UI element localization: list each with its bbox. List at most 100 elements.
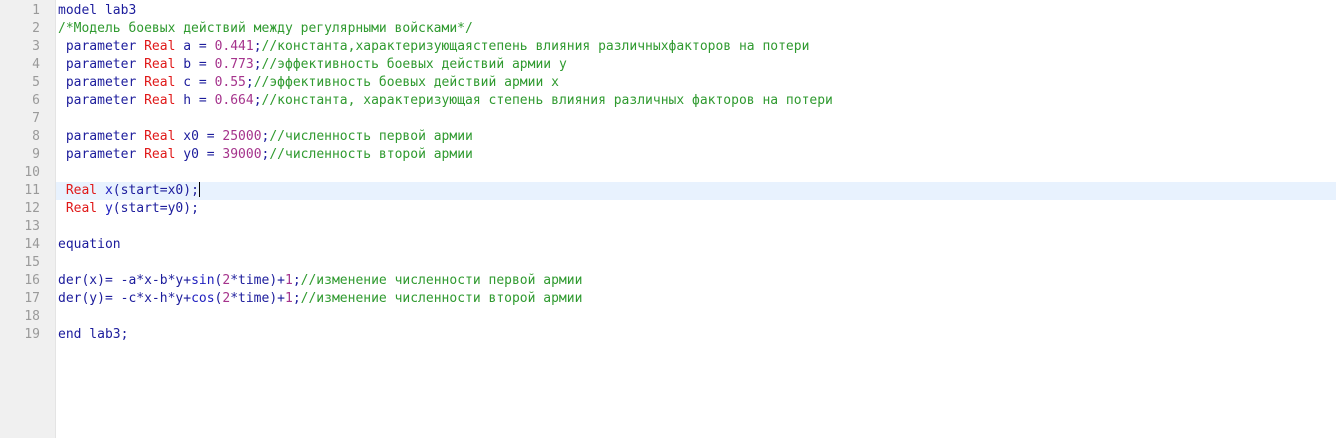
type-real: Real [136, 75, 176, 90]
line-number: 10 [24, 165, 40, 180]
assignment: x0 = [175, 129, 223, 144]
line-number: 9 [32, 147, 40, 162]
line-number: 13 [24, 219, 40, 234]
assignment: b = [175, 57, 215, 72]
number-literal: 1 [285, 291, 293, 306]
code-line-3[interactable]: parameter Real a = 0.441;//константа,хар… [56, 38, 1336, 56]
line-comment: //константа, характеризующая степень вли… [261, 93, 833, 108]
expression: *time)+ [230, 273, 285, 288]
keyword-equation: equation [58, 237, 121, 252]
semicolon: ; [245, 75, 254, 90]
function-sin: sin [191, 273, 215, 288]
line-number: 8 [32, 129, 40, 144]
type-real: Real [136, 39, 176, 54]
assignment: c = [175, 75, 215, 90]
expression: *time)+ [230, 291, 285, 306]
line-number: 6 [32, 93, 40, 108]
code-line-2[interactable]: /*Модель боевых действий между регулярны… [56, 20, 1336, 38]
number-literal: 0.773 [214, 57, 254, 72]
line-number: 5 [32, 75, 40, 90]
line-number: 1 [32, 3, 40, 18]
code-line-1[interactable]: model lab3 [56, 2, 1336, 20]
number-literal: 39000 [222, 147, 262, 162]
line-comment: //эффективность боевых действий армии y [261, 57, 567, 72]
code-line-11-current[interactable]: Real x(start=x0); [56, 182, 1336, 200]
variable-x: x [97, 183, 113, 198]
line-number: 7 [32, 111, 40, 126]
semicolon: ; [253, 39, 262, 54]
code-line-5[interactable]: parameter Real c = 0.55;//эффективность … [56, 74, 1336, 92]
code-line-10[interactable] [56, 164, 1336, 182]
line-number: 4 [32, 57, 40, 72]
line-comment: //изменение численности второй армии [300, 291, 583, 306]
line-number: 19 [24, 327, 40, 342]
code-editor[interactable]: 1 2 3 4 5 6 7 8 9 10 11 12 13 14 15 16 1… [0, 0, 1336, 438]
semicolon: ; [292, 273, 301, 288]
semicolon: ; [292, 291, 301, 306]
code-line-16[interactable]: der(x)= -a*x-b*y+sin(2*time)+1;//изменен… [56, 272, 1336, 290]
number-literal: 0.55 [214, 75, 246, 90]
keyword-parameter: parameter [58, 147, 137, 162]
keyword-end: end [58, 327, 82, 342]
type-real: Real [136, 129, 176, 144]
assignment: h = [175, 93, 215, 108]
line-number-current: 11 [24, 183, 40, 198]
type-real: Real [136, 93, 176, 108]
keyword-parameter: parameter [58, 129, 137, 144]
assignment: a = [175, 39, 215, 54]
model-name: lab3; [81, 327, 129, 342]
line-number: 3 [32, 39, 40, 54]
code-line-8[interactable]: parameter Real x0 = 25000;//численность … [56, 128, 1336, 146]
type-real: Real [58, 183, 98, 198]
keyword-model: model [58, 3, 98, 18]
line-comment: //эффективность боевых действий армии x [253, 75, 559, 90]
line-comment: //численность второй армии [269, 147, 473, 162]
code-line-17[interactable]: der(y)= -c*x-h*y+cos(2*time)+1;//изменен… [56, 290, 1336, 308]
code-line-14[interactable]: equation [56, 236, 1336, 254]
line-number: 14 [24, 237, 40, 252]
line-number: 2 [32, 21, 40, 36]
start-attribute: (start=x0); [112, 183, 199, 198]
number-literal: 25000 [222, 129, 262, 144]
model-name: lab3 [97, 3, 137, 18]
keyword-parameter: parameter [58, 57, 137, 72]
number-literal: 0.441 [214, 39, 254, 54]
line-number-gutter: 1 2 3 4 5 6 7 8 9 10 11 12 13 14 15 16 1… [0, 0, 56, 438]
keyword-parameter: parameter [58, 93, 137, 108]
line-number: 15 [24, 255, 40, 270]
type-real: Real [136, 57, 176, 72]
equation-lhs: der(x)= -a*x-b*y+ [58, 273, 192, 288]
code-line-9[interactable]: parameter Real y0 = 39000;//численность … [56, 146, 1336, 164]
text-cursor [198, 182, 200, 197]
code-text-area[interactable]: model lab3 /*Модель боевых действий межд… [56, 0, 1336, 438]
code-line-13[interactable] [56, 218, 1336, 236]
code-line-4[interactable]: parameter Real b = 0.773;//эффективность… [56, 56, 1336, 74]
number-literal: 1 [285, 273, 293, 288]
line-number: 16 [24, 273, 40, 288]
keyword-parameter: parameter [58, 75, 137, 90]
number-literal: 0.664 [214, 93, 254, 108]
assignment: y0 = [175, 147, 223, 162]
code-line-15[interactable] [56, 254, 1336, 272]
line-comment: //численность первой армии [269, 129, 473, 144]
line-comment: //константа,характеризующаястепень влиян… [261, 39, 810, 54]
keyword-parameter: parameter [58, 39, 137, 54]
code-line-6[interactable]: parameter Real h = 0.664;//константа, ха… [56, 92, 1336, 110]
function-cos: cos [191, 291, 215, 306]
equation-lhs: der(y)= -c*x-h*y+ [58, 291, 192, 306]
code-line-18[interactable] [56, 308, 1336, 326]
line-number: 18 [24, 309, 40, 324]
code-line-12[interactable]: Real y(start=y0); [56, 200, 1336, 218]
block-comment: /*Модель боевых действий между регулярны… [58, 21, 473, 36]
semicolon: ; [253, 57, 262, 72]
line-number: 17 [24, 291, 40, 306]
start-attribute: (start=y0); [112, 201, 199, 216]
semicolon: ; [253, 93, 262, 108]
line-number: 12 [24, 201, 40, 216]
code-line-19[interactable]: end lab3; [56, 326, 1336, 344]
variable-y: y [97, 201, 113, 216]
line-comment: //изменение численности первой армии [300, 273, 583, 288]
type-real: Real [58, 201, 98, 216]
type-real: Real [136, 147, 176, 162]
code-line-7[interactable] [56, 110, 1336, 128]
